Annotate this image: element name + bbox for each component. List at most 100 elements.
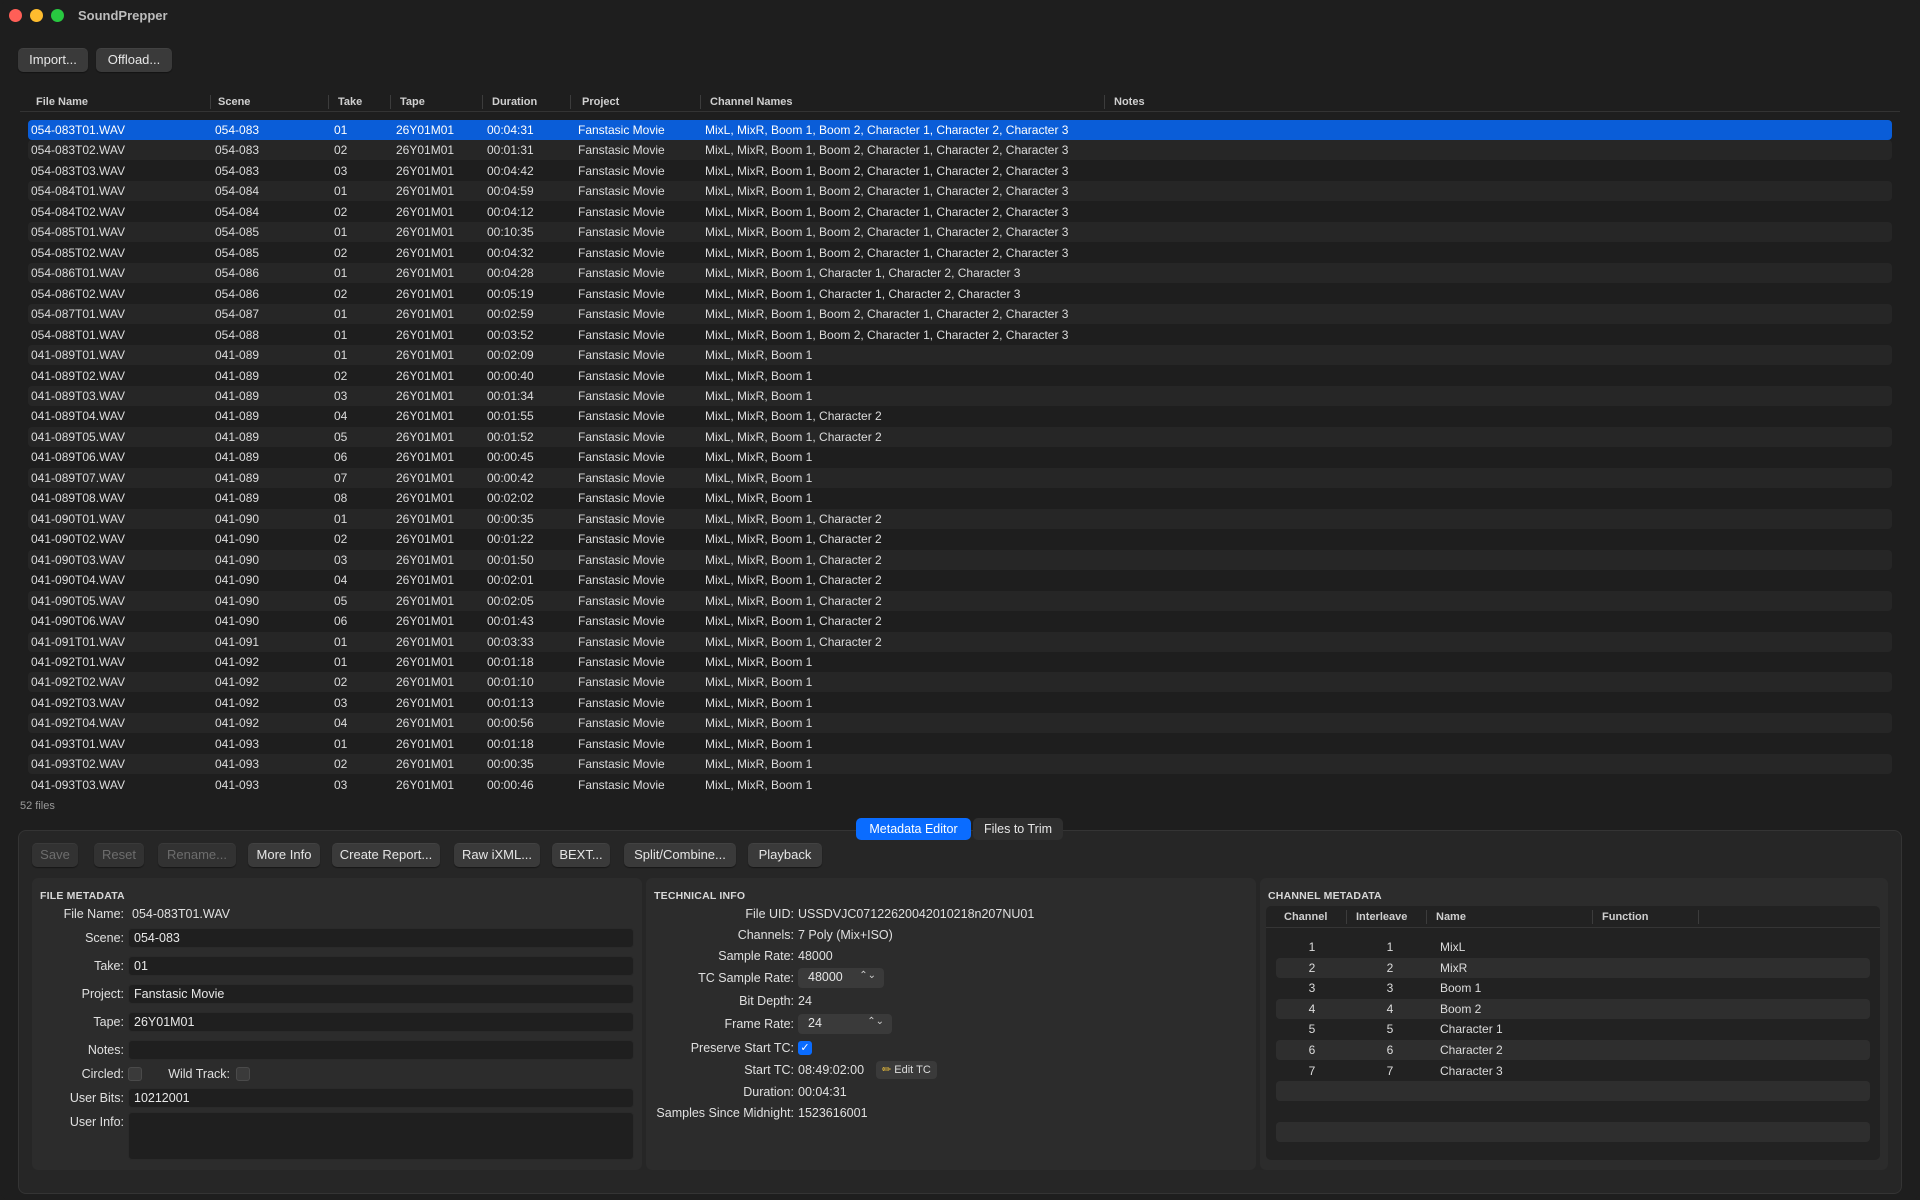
table-row[interactable]: 041-093T03.WAV 041-093 03 26Y01M01 00:00:46 F… [28,775,1892,792]
column-header-function[interactable]: Function [1602,911,1648,923]
table-cell-channel-names: MixL, MixR, Boom 1, Boom 2, Character 1,… [705,143,1069,158]
table-row[interactable]: 054-088T01.WAV 054-088 01 26Y01M01 00:03:52 F… [28,325,1892,345]
table-row[interactable]: 041-090T06.WAV 041-090 06 26Y01M01 00:01:43 F… [28,611,1892,631]
table-row[interactable]: 041-089T02.WAV 041-089 02 26Y01M01 00:00:40 F… [28,366,1892,386]
table-row[interactable]: 054-084T02.WAV 054-084 02 26Y01M01 00:04:12 F… [28,202,1892,222]
column-divider[interactable] [390,95,391,109]
table-row[interactable]: 054-086T01.WAV 054-086 01 26Y01M01 00:04:28 F… [28,263,1892,284]
column-header-name[interactable]: Name [1436,911,1466,923]
table-row[interactable]: 041-089T06.WAV 041-089 06 26Y01M01 00:00:45 F… [28,447,1892,467]
playback-button[interactable]: Playback [748,843,822,867]
column-header-scene[interactable]: Scene [218,96,250,108]
channel-row[interactable]: 4 4 Boom 2 [1276,998,1870,1019]
tape-field[interactable]: 26Y01M01 [128,1012,634,1032]
column-divider[interactable] [1346,910,1347,924]
scene-field[interactable]: 054-083 [128,928,634,948]
column-divider[interactable] [1426,910,1427,924]
title-bar[interactable]: SoundPrepper [0,0,1920,30]
channel-row[interactable]: 5 5 Character 1 [1276,1019,1870,1039]
column-header-tape[interactable]: Tape [400,96,425,108]
tc-sample-rate-select[interactable]: 48000 ⌃⌄ [798,968,884,988]
raw-ixml-button[interactable]: Raw iXML... [454,843,540,867]
table-row[interactable]: 041-090T03.WAV 041-090 03 26Y01M01 00:01:50 F… [28,549,1892,570]
column-header-channel-names[interactable]: Channel Names [710,96,793,108]
column-header-channel[interactable]: Channel [1284,911,1327,923]
file-table-body[interactable]: 054-083T01.WAV 054-083 01 26Y01M01 00:04:31 F… [28,120,1892,792]
split-combine-button[interactable]: Split/Combine... [624,843,736,867]
table-row[interactable]: 041-090T05.WAV 041-090 05 26Y01M01 00:02:05 F… [28,590,1892,611]
table-row[interactable]: 054-085T01.WAV 054-085 01 26Y01M01 00:10:35 F… [28,222,1892,243]
table-row[interactable]: 041-092T01.WAV 041-092 01 26Y01M01 00:01:18 F… [28,652,1892,672]
import-button[interactable]: Import... [18,48,88,72]
close-window-button[interactable] [9,9,22,22]
channel-row[interactable]: 6 6 Character 2 [1276,1040,1870,1060]
offload-button[interactable]: Offload... [96,48,172,72]
table-cell-file-name: 054-086T01.WAV [31,266,126,281]
column-divider[interactable] [1104,95,1105,109]
table-row[interactable]: 041-090T02.WAV 041-090 02 26Y01M01 00:01:22 F… [28,529,1892,549]
table-cell-channel-names: MixL, MixR, Boom 1 [705,695,813,710]
channel-table[interactable]: Channel Interleave Name Function 1 1 MixL 2… [1266,906,1880,1160]
zoom-window-button[interactable] [51,9,64,22]
table-row[interactable]: 041-089T03.WAV 041-089 03 26Y01M01 00:01:34 F… [28,385,1892,406]
table-row[interactable]: 041-090T01.WAV 041-090 01 26Y01M01 00:00:35 F… [28,508,1892,529]
table-row[interactable]: 054-087T01.WAV 054-087 01 26Y01M01 00:02:59 F… [28,304,1892,325]
table-row[interactable]: 054-083T02.WAV 054-083 02 26Y01M01 00:01:31 F… [28,140,1892,161]
take-field[interactable]: 01 [128,956,634,976]
project-field[interactable]: Fanstasic Movie [128,984,634,1004]
table-row[interactable]: 041-089T04.WAV 041-089 04 26Y01M01 00:01:55 F… [28,406,1892,426]
column-divider[interactable] [1698,910,1699,924]
preserve-start-tc-checkbox[interactable]: ✓ [798,1041,812,1055]
reset-button[interactable]: Reset [94,843,144,867]
minimize-window-button[interactable] [30,9,43,22]
column-header-duration[interactable]: Duration [492,96,537,108]
table-row[interactable]: 054-086T02.WAV 054-086 02 26Y01M01 00:05:19 F… [28,284,1892,304]
table-row[interactable]: 041-091T01.WAV 041-091 01 26Y01M01 00:03:33 F… [28,631,1892,652]
column-divider[interactable] [570,95,571,109]
column-divider[interactable] [700,95,701,109]
column-divider[interactable] [210,95,211,109]
tab-metadata-editor[interactable]: Metadata Editor [856,818,971,840]
table-row[interactable]: 041-089T08.WAV 041-089 08 26Y01M01 00:02:02 F… [28,488,1892,508]
table-row[interactable]: 054-083T03.WAV 054-083 03 26Y01M01 00:04:42 F… [28,161,1892,181]
create-report-button[interactable]: Create Report... [332,843,440,867]
more-info-button[interactable]: More Info [248,843,320,867]
user-info-field[interactable] [128,1112,634,1160]
column-header-file-name[interactable]: File Name [36,96,88,108]
table-row[interactable]: 041-089T01.WAV 041-089 01 26Y01M01 00:02:09 F… [28,345,1892,366]
column-header-project[interactable]: Project [582,96,619,108]
edit-tc-button[interactable]: ✏ Edit TC [876,1061,937,1079]
table-cell-tape: 26Y01M01 [396,736,455,751]
table-row[interactable]: 041-092T04.WAV 041-092 04 26Y01M01 00:00:56 F… [28,713,1892,734]
column-divider[interactable] [482,95,483,109]
table-row[interactable]: 041-093T01.WAV 041-093 01 26Y01M01 00:01:18 F… [28,734,1892,754]
column-header-notes[interactable]: Notes [1114,96,1145,108]
user-bits-field[interactable]: 10212001 [128,1088,634,1108]
notes-field[interactable] [128,1040,634,1060]
table-row[interactable]: 054-084T01.WAV 054-084 01 26Y01M01 00:04:59 F… [28,181,1892,202]
channel-row[interactable]: 7 7 Character 3 [1276,1061,1870,1081]
channel-row[interactable]: 3 3 Boom 1 [1276,978,1870,998]
wild-track-checkbox[interactable] [236,1067,250,1081]
column-divider[interactable] [1592,910,1593,924]
channel-row[interactable]: 2 2 MixR [1276,957,1870,978]
save-button[interactable]: Save [32,843,78,867]
column-divider[interactable] [328,95,329,109]
table-row[interactable]: 041-089T05.WAV 041-089 05 26Y01M01 00:01:52 F… [28,426,1892,447]
table-row[interactable]: 041-089T07.WAV 041-089 07 26Y01M01 00:00:42 F… [28,467,1892,488]
column-header-interleave[interactable]: Interleave [1356,911,1407,923]
table-cell-scene: 041-091 [215,634,260,649]
table-row[interactable]: 054-083T01.WAV 054-083 01 26Y01M01 00:04:31 F… [28,120,1892,140]
table-row[interactable]: 041-092T02.WAV 041-092 02 26Y01M01 00:01:10 F… [28,672,1892,693]
frame-rate-select[interactable]: 24 ⌃⌄ [798,1014,892,1034]
column-header-take[interactable]: Take [338,96,362,108]
bext-button[interactable]: BEXT... [552,843,610,867]
tab-files-to-trim[interactable]: Files to Trim [973,818,1063,840]
channel-row[interactable]: 1 1 MixL [1276,937,1870,957]
circled-checkbox[interactable] [128,1067,142,1081]
table-row[interactable]: 041-093T02.WAV 041-093 02 26Y01M01 00:00:35 F… [28,754,1892,775]
table-row[interactable]: 054-085T02.WAV 054-085 02 26Y01M01 00:04:32 F… [28,243,1892,263]
rename-button[interactable]: Rename... [158,843,236,867]
table-row[interactable]: 041-090T04.WAV 041-090 04 26Y01M01 00:02:01 F… [28,570,1892,590]
table-row[interactable]: 041-092T03.WAV 041-092 03 26Y01M01 00:01:13 F… [28,693,1892,713]
